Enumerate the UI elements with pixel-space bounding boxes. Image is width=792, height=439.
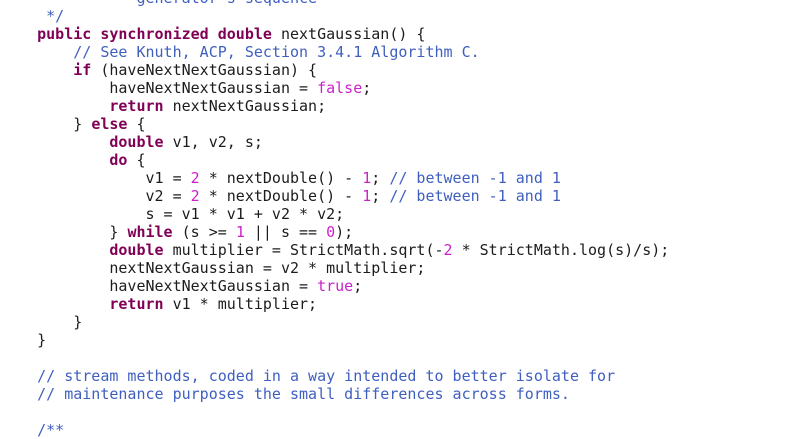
code-line[interactable]: [0, 403, 792, 421]
comment-token: // See Knuth, ACP, Section 3.4.1 Algorit…: [73, 43, 480, 61]
code-line[interactable]: }: [0, 313, 792, 331]
code-token: (s >=: [172, 223, 236, 241]
code-token: }: [1, 313, 83, 331]
code-line[interactable]: nextNextGaussian = v2 * multiplier;: [0, 259, 792, 277]
code-token: {: [127, 115, 146, 133]
code-line[interactable]: /**: [0, 421, 792, 439]
code-line[interactable]: public synchronized double nextGaussian(…: [0, 25, 792, 43]
code-line[interactable]: * generator's sequence: [0, 0, 792, 7]
keyword-token: public: [37, 25, 92, 43]
keyword-token: return: [109, 97, 164, 115]
keyword-token: while: [127, 223, 173, 241]
code-line[interactable]: double multiplier = StrictMath.sqrt(-2 *…: [0, 241, 792, 259]
code-line[interactable]: s = v1 * v1 + v2 * v2;: [0, 205, 792, 223]
keyword-token: do: [109, 151, 128, 169]
code-token: v1, v2, s;: [163, 133, 263, 151]
number-literal-token: 1: [362, 169, 372, 187]
keyword-token: synchronized: [100, 25, 209, 43]
code-line[interactable]: // stream methods, coded in a way intend…: [0, 367, 792, 385]
code-line[interactable]: } while (s >= 1 || s == 0);: [0, 223, 792, 241]
code-token: v1 * multiplier;: [163, 295, 318, 313]
code-token: ;: [371, 169, 390, 187]
code-line[interactable]: haveNextNextGaussian = false;: [0, 79, 792, 97]
code-line[interactable]: v1 = 2 * nextDouble() - 1; // between -1…: [0, 169, 792, 187]
code-token: * nextDouble() -: [199, 187, 363, 205]
code-token: nextNextGaussian;: [163, 97, 327, 115]
comment-token: // maintenance purposes the small differ…: [37, 385, 570, 403]
code-token: * nextDouble() -: [199, 169, 363, 187]
code-token: ;: [353, 277, 363, 295]
code-line[interactable]: return nextNextGaussian;: [0, 97, 792, 115]
code-token: (haveNextNextGaussian) {: [91, 61, 318, 79]
code-token: v1 =: [1, 169, 191, 187]
comment-token: // stream methods, coded in a way intend…: [37, 367, 616, 385]
comment-token: // between -1 and 1: [389, 187, 561, 205]
number-literal-token: 1: [235, 223, 245, 241]
keyword-token: double: [109, 241, 164, 259]
comment-token: // between -1 and 1: [389, 169, 561, 187]
code-token: ;: [362, 79, 372, 97]
comment-token: /**: [37, 421, 65, 439]
code-line[interactable]: return v1 * multiplier;: [0, 295, 792, 313]
code-token: multiplier = StrictMath.sqrt(-: [163, 241, 444, 259]
keyword-token: double: [109, 133, 164, 151]
code-token: s = v1 * v1 + v2 * v2;: [1, 205, 345, 223]
code-token: * StrictMath.log(s)/s);: [452, 241, 670, 259]
code-line[interactable]: [0, 349, 792, 367]
code-line[interactable]: */: [0, 7, 792, 25]
code-line[interactable]: if (haveNextNextGaussian) {: [0, 61, 792, 79]
code-token: nextGaussian() {: [271, 25, 426, 43]
number-literal-token: 0: [326, 223, 336, 241]
keyword-token: return: [109, 295, 164, 313]
number-literal-token: 2: [190, 187, 200, 205]
code-line[interactable]: do {: [0, 151, 792, 169]
code-line[interactable]: double v1, v2, s;: [0, 133, 792, 151]
code-line[interactable]: // See Knuth, ACP, Section 3.4.1 Algorit…: [0, 43, 792, 61]
code-token: v2 =: [1, 187, 191, 205]
keyword-token: double: [217, 25, 272, 43]
number-literal-token: 2: [443, 241, 453, 259]
code-token: haveNextNextGaussian =: [1, 277, 318, 295]
keyword-token: if: [73, 61, 92, 79]
comment-token: *: [1, 0, 64, 7]
code-token: }: [1, 331, 47, 349]
number-literal-token: 1: [362, 187, 372, 205]
code-token: haveNextNextGaussian =: [1, 79, 318, 97]
code-token: }: [1, 115, 92, 133]
comment-token: generator's sequence: [64, 0, 317, 7]
code-token: ;: [371, 187, 390, 205]
code-token: {: [127, 151, 146, 169]
code-line[interactable]: // maintenance purposes the small differ…: [0, 385, 792, 403]
code-line[interactable]: }: [0, 331, 792, 349]
boolean-literal-token: true: [317, 277, 354, 295]
code-line[interactable]: haveNextNextGaussian = true;: [0, 277, 792, 295]
code-token: }: [1, 223, 128, 241]
code-line[interactable]: } else {: [0, 115, 792, 133]
number-literal-token: 2: [190, 169, 200, 187]
boolean-literal-token: false: [317, 79, 363, 97]
code-token: );: [335, 223, 354, 241]
code-line[interactable]: v2 = 2 * nextDouble() - 1; // between -1…: [0, 187, 792, 205]
code-token: || s ==: [244, 223, 327, 241]
keyword-token: else: [91, 115, 128, 133]
comment-token: */: [1, 7, 65, 25]
code-token: nextNextGaussian = v2 * multiplier;: [1, 259, 426, 277]
code-editor[interactable]: * generator's sequence */ public synchro…: [0, 0, 792, 439]
